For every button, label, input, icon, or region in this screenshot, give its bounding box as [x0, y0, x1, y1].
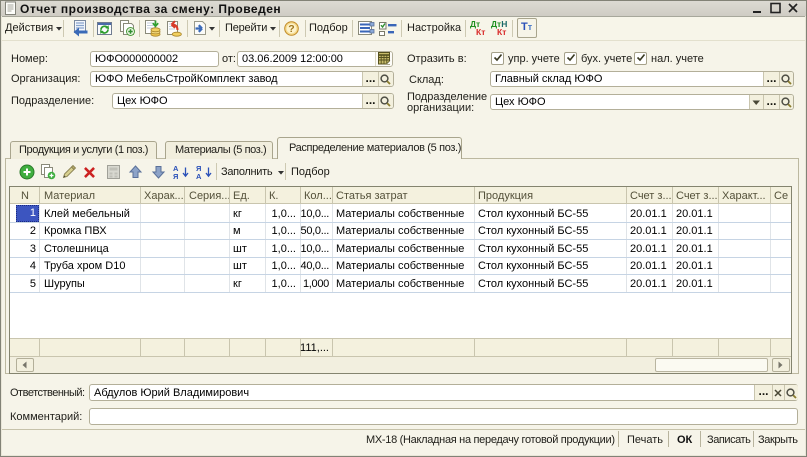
svg-text:?: ? — [288, 23, 294, 35]
